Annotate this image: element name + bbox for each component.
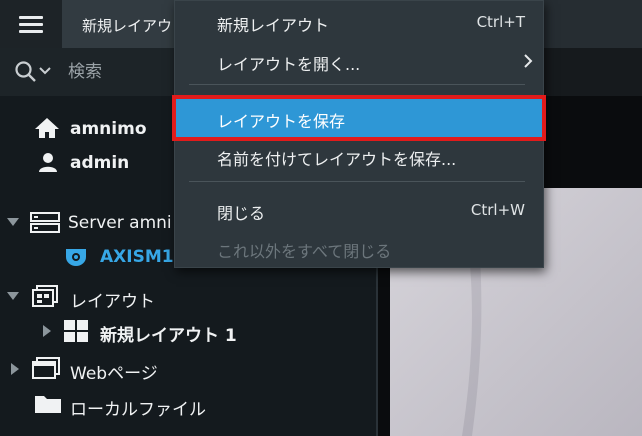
- tree-item-server-home[interactable]: amnimo: [34, 115, 174, 143]
- menu-item-label: 閉じる: [217, 204, 266, 223]
- layouts-icon: [32, 285, 58, 307]
- menu-item-shortcut: Ctrl+T: [476, 13, 525, 31]
- camera-label: AXISM11: [100, 247, 186, 267]
- tree-item-camera[interactable]: AXISM11: [64, 243, 185, 271]
- menu-separator: [189, 84, 525, 85]
- tree-item-layouts[interactable]: レイアウト: [6, 283, 206, 312]
- folder-icon: [35, 396, 61, 413]
- server-label: Server amni: [68, 213, 172, 233]
- menu-item-label: レイアウトを開く...: [217, 55, 361, 74]
- menu-item-label: 新規レイアウト: [217, 16, 330, 35]
- local-files-label: ローカルファイル: [70, 400, 206, 420]
- tree-item-new-layout[interactable]: 新規レイアウト 1: [42, 317, 262, 346]
- caret-right-icon[interactable]: [10, 362, 20, 376]
- user-icon: [39, 153, 57, 172]
- home-icon: [35, 118, 59, 138]
- tree-item-server[interactable]: Server amni: [6, 209, 174, 237]
- camera-icon: [66, 249, 86, 266]
- layout-grid-icon: [64, 320, 88, 342]
- search-input[interactable]: [68, 60, 178, 84]
- tree-item-local-files[interactable]: ローカルファイル: [34, 391, 234, 420]
- caret-right-icon[interactable]: [42, 324, 52, 338]
- caret-down-icon[interactable]: [6, 217, 20, 227]
- menu-item-close-others: これ以外をすべて閉じる: [175, 231, 543, 265]
- menu-item-save-layout[interactable]: レイアウトを保存: [172, 95, 546, 141]
- menu-item-open-layout[interactable]: レイアウトを開く...: [175, 44, 543, 78]
- user-name: admin: [70, 153, 130, 173]
- main-dropdown-menu: 新規レイアウト Ctrl+T レイアウトを開く... レイアウトを保存 名前を付…: [172, 0, 546, 268]
- menu-item-label: これ以外をすべて閉じる: [217, 242, 392, 261]
- web-pages-label: Webページ: [70, 364, 158, 384]
- chevron-right-icon: [524, 54, 533, 68]
- web-pages-icon: [32, 357, 60, 379]
- tab-label: 新規レイアウト: [82, 17, 182, 35]
- caret-down-icon[interactable]: [6, 291, 20, 301]
- chevron-down-icon[interactable]: [39, 66, 51, 76]
- layouts-label: レイアウト: [70, 292, 155, 312]
- layout-item-label: 新規レイアウト 1: [100, 326, 237, 346]
- tab-new-layout[interactable]: 新規レイアウト: [62, 0, 182, 48]
- hamburger-icon[interactable]: [0, 0, 62, 48]
- tree-item-web-pages[interactable]: Webページ: [10, 355, 210, 384]
- menu-item-new-layout[interactable]: 新規レイアウト Ctrl+T: [175, 5, 543, 39]
- menu-item-shortcut: Ctrl+W: [470, 201, 525, 219]
- server-icon: [30, 212, 60, 233]
- search-icon[interactable]: [14, 60, 38, 84]
- menu-item-label: 名前を付けてレイアウトを保存...: [217, 150, 457, 169]
- tree-item-user[interactable]: admin: [38, 149, 174, 177]
- menu-item-close[interactable]: 閉じる Ctrl+W: [175, 193, 543, 227]
- menu-separator: [189, 181, 525, 182]
- server-name: amnimo: [70, 119, 147, 139]
- menu-item-save-layout-as[interactable]: 名前を付けてレイアウトを保存...: [175, 139, 543, 173]
- menu-item-label: レイアウトを保存: [217, 112, 346, 131]
